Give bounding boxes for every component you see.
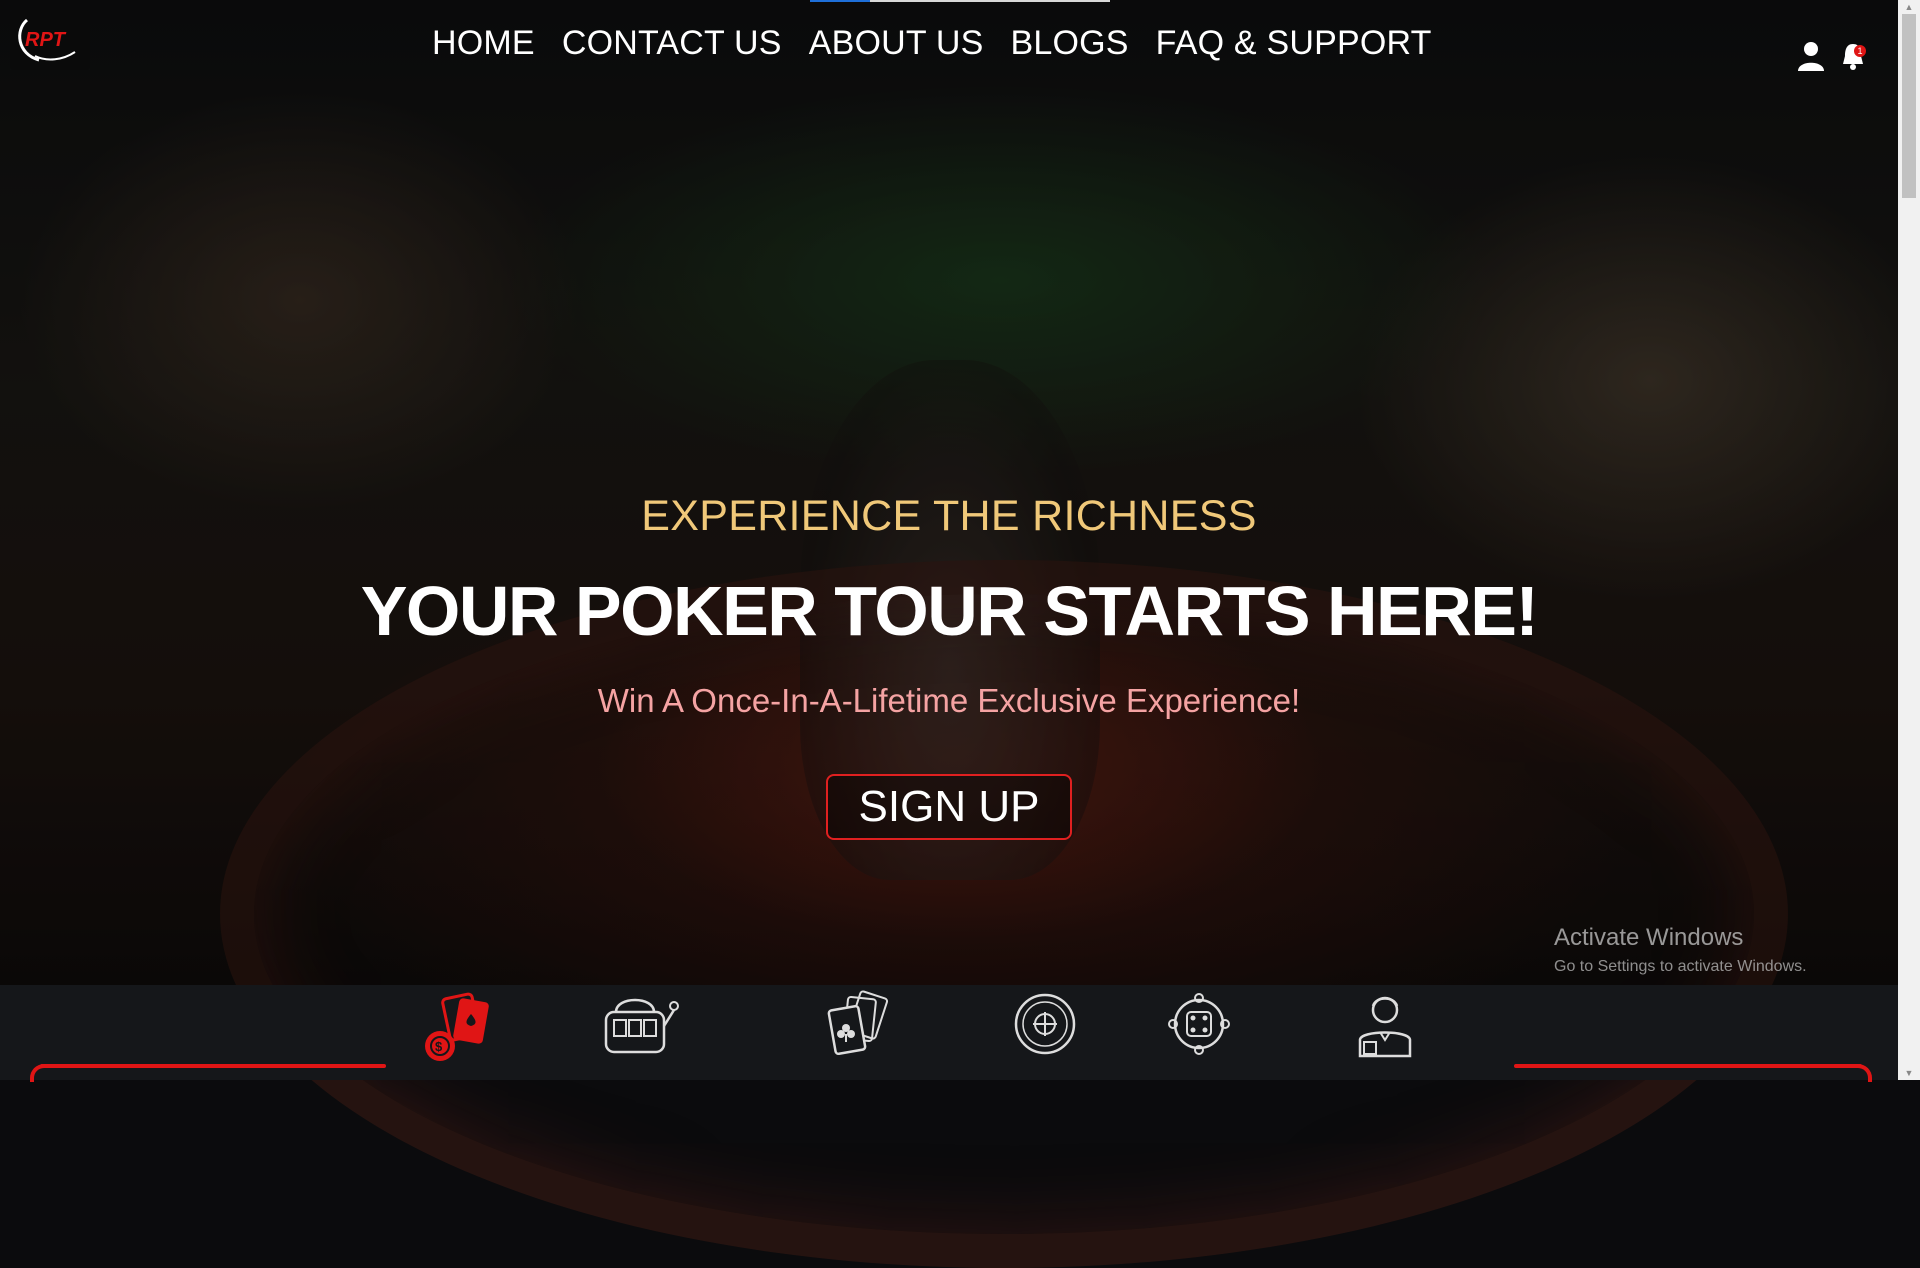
nav-blogs[interactable]: BLOGS [1010, 24, 1128, 63]
bell-icon[interactable] [1838, 40, 1868, 72]
slot-machine-icon[interactable] [602, 990, 682, 1064]
nav-contact-us[interactable]: CONTACT US [562, 24, 782, 63]
poker-chips-cards-icon[interactable]: $ [420, 990, 496, 1064]
playing-cards-icon[interactable] [824, 990, 894, 1064]
nav-home[interactable]: HOME [432, 24, 535, 63]
category-card-border-left [40, 1064, 386, 1068]
dealer-icon[interactable] [1352, 990, 1418, 1064]
hero-headline: YOUR POKER TOUR STARTS HERE! [360, 572, 1539, 650]
scroll-up-arrow-icon[interactable]: ▲ [1903, 2, 1915, 12]
notification-badge: 1 [1854, 45, 1866, 57]
logo-text: RPT [25, 29, 67, 51]
activate-windows-title: Activate Windows [1554, 924, 1744, 951]
activate-windows-subtitle: Go to Settings to activate Windows. [1554, 958, 1807, 975]
scroll-down-arrow-icon[interactable]: ▼ [1903, 1068, 1915, 1078]
main-nav: HOME CONTACT US ABOUT US BLOGS FAQ & SUP… [432, 24, 1432, 63]
svg-text:$: $ [435, 1039, 443, 1054]
site-logo[interactable]: RPT [10, 10, 90, 70]
hero-subheadline: Win A Once-In-A-Lifetime Exclusive Exper… [597, 682, 1301, 719]
dice-icon[interactable] [1164, 990, 1234, 1064]
nav-about-us[interactable]: ABOUT US [809, 24, 984, 63]
logo-mark: RPT [18, 18, 76, 62]
scrollbar-thumb[interactable] [1902, 14, 1916, 198]
hero-eyebrow: EXPERIENCE THE RICHNESS [641, 492, 1257, 540]
nav-faq-support[interactable]: FAQ & SUPPORT [1156, 24, 1432, 63]
roulette-icon[interactable] [1010, 990, 1080, 1064]
sign-up-button[interactable]: SIGN UP [826, 774, 1072, 840]
top-progress-accent [810, 0, 870, 2]
user-icon[interactable] [1796, 40, 1826, 72]
category-card-border-right [1514, 1064, 1862, 1068]
